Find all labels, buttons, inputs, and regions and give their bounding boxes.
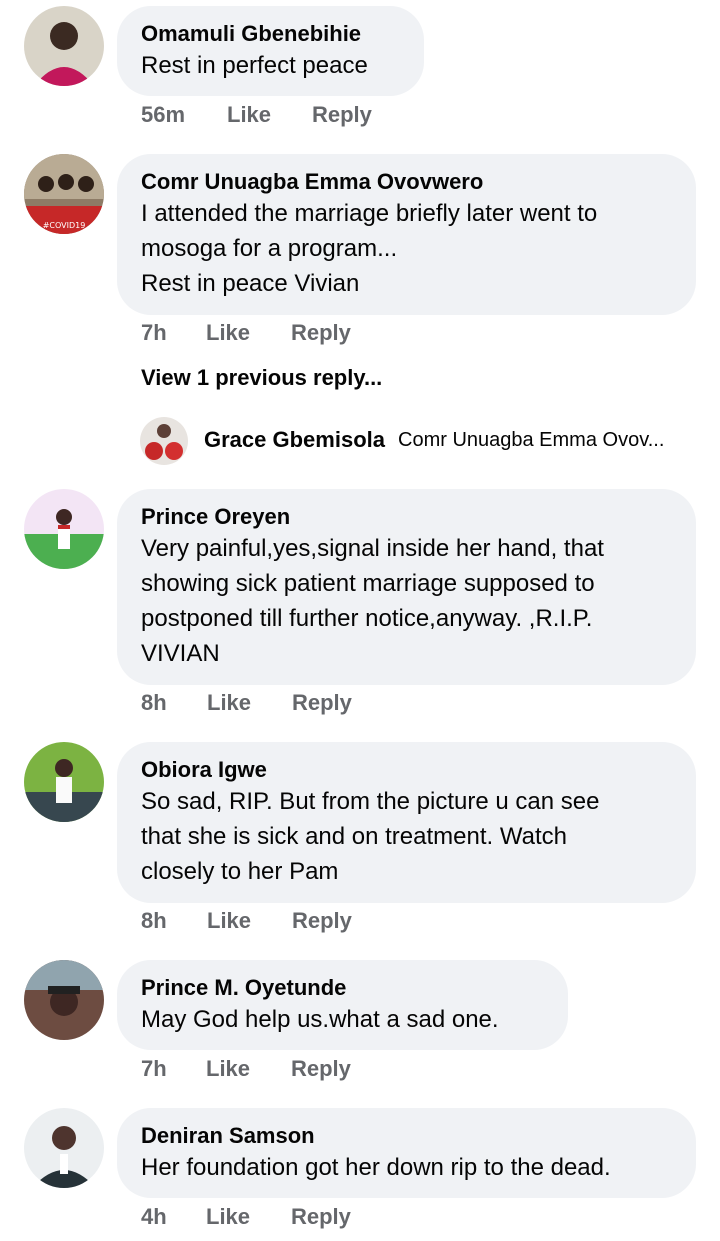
avatar[interactable] <box>24 742 104 822</box>
comment-text: Very painful,yes,signal inside her hand,… <box>141 535 604 562</box>
like-button[interactable]: Like <box>207 908 292 934</box>
comment-text: Her foundation got her down rip to the d… <box>141 1154 611 1181</box>
reply-snippet: Comr Unuagba Emma Ovov... <box>398 429 665 451</box>
comment-time[interactable]: 56m <box>141 102 227 128</box>
view-previous-replies-link[interactable]: View 1 previous reply... <box>141 365 382 391</box>
comment-author[interactable]: Deniran Samson <box>141 1122 672 1150</box>
comment-time[interactable]: 7h <box>141 1056 206 1082</box>
comment-text: closely to her Pam <box>141 858 339 885</box>
comment-text: So sad, RIP. But from the picture u can … <box>141 788 600 815</box>
comment-bubble: Comr Unuagba Emma Ovovwero I attended th… <box>117 154 696 315</box>
comment-text: that she is sick and on treatment. Watch <box>141 823 567 850</box>
like-button[interactable]: Like <box>227 102 312 128</box>
like-button[interactable]: Like <box>206 1204 291 1230</box>
avatar[interactable] <box>24 1108 104 1188</box>
avatar[interactable]: #COVID19 <box>24 154 104 234</box>
comment-text: postponed till further notice,anyway. ,R… <box>141 605 593 632</box>
avatar[interactable] <box>140 417 188 465</box>
comment-text: I attended the marriage briefly later we… <box>141 200 598 227</box>
comment-bubble: Deniran Samson Her foundation got her do… <box>117 1108 696 1198</box>
avatar[interactable] <box>24 489 104 569</box>
reply-button[interactable]: Reply <box>292 690 352 716</box>
reply-button[interactable]: Reply <box>291 320 351 346</box>
comment-text: May God help us.what a sad one. <box>141 1006 499 1033</box>
reply-button[interactable]: Reply <box>291 1204 351 1230</box>
avatar-caption: #COVID19 <box>43 221 86 230</box>
avatar[interactable] <box>24 960 104 1040</box>
comment-bubble: Prince M. Oyetunde May God help us.what … <box>117 960 568 1050</box>
comment-text: VIVIAN <box>141 640 220 667</box>
comment-bubble: Obiora Igwe So sad, RIP. But from the pi… <box>117 742 696 903</box>
like-button[interactable]: Like <box>207 690 292 716</box>
comment-author[interactable]: Obiora Igwe <box>141 756 672 784</box>
like-button[interactable]: Like <box>206 1056 291 1082</box>
reply-preview[interactable]: Grace Gbemisola Comr Unuagba Emma Ovov..… <box>140 417 700 465</box>
comment-text: Rest in peace Vivian <box>141 270 360 297</box>
comment-actions: 8h Like Reply <box>141 688 352 718</box>
comment-actions: 8h Like Reply <box>141 906 352 936</box>
comment-time[interactable]: 7h <box>141 320 206 346</box>
avatar[interactable] <box>24 6 104 86</box>
comment-text: showing sick patient marriage supposed t… <box>141 570 595 597</box>
comment-text: Rest in perfect peace <box>141 52 368 79</box>
comment-author[interactable]: Omamuli Gbenebihie <box>141 20 400 48</box>
comment-author[interactable]: Comr Unuagba Emma Ovovwero <box>141 168 672 196</box>
comment-actions: 4h Like Reply <box>141 1202 351 1232</box>
comment-bubble: Omamuli Gbenebihie Rest in perfect peace <box>117 6 424 96</box>
comment-bubble: Prince Oreyen Very painful,yes,signal in… <box>117 489 696 685</box>
like-button[interactable]: Like <box>206 320 291 346</box>
reply-author[interactable]: Grace Gbemisola <box>204 427 385 453</box>
comment-actions: 56m Like Reply <box>141 100 372 130</box>
reply-button[interactable]: Reply <box>291 1056 351 1082</box>
comment-time[interactable]: 8h <box>141 908 207 934</box>
comment-actions: 7h Like Reply <box>141 318 351 348</box>
comment-author[interactable]: Prince Oreyen <box>141 503 672 531</box>
reply-button[interactable]: Reply <box>312 102 372 128</box>
reply-button[interactable]: Reply <box>292 908 352 934</box>
comment-author[interactable]: Prince M. Oyetunde <box>141 974 544 1002</box>
comment-text: mosoga for a program... <box>141 235 398 262</box>
comment-time[interactable]: 8h <box>141 690 207 716</box>
comment-time[interactable]: 4h <box>141 1204 206 1230</box>
comment-actions: 7h Like Reply <box>141 1054 351 1084</box>
